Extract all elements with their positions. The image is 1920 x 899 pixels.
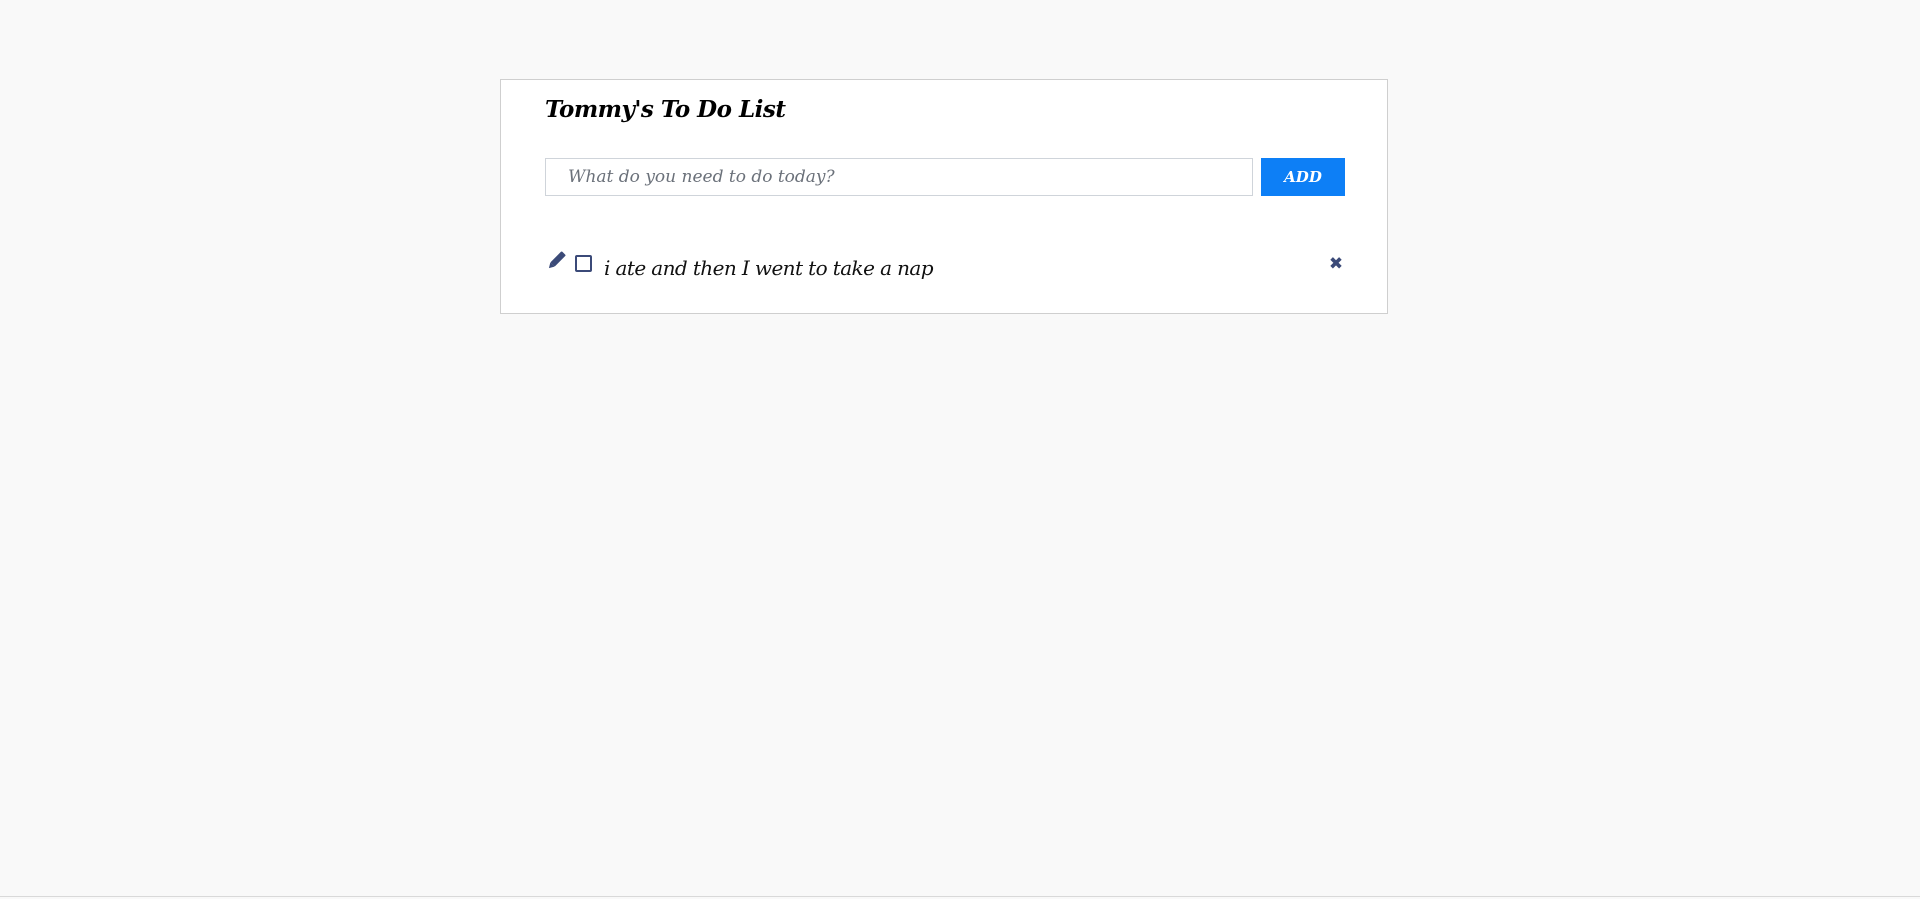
page: Tommy's To Do List ADD i ate and then I … [0,0,1920,899]
todo-item: i ate and then I went to take a nap ✖ [545,250,1345,290]
app-title: Tommy's To Do List [545,96,786,123]
todo-text: i ate and then I went to take a nap [604,256,934,280]
divider [0,896,1920,897]
add-button[interactable]: ADD [1261,158,1345,196]
new-todo-input[interactable] [545,158,1253,196]
close-icon[interactable]: ✖ [1327,255,1345,273]
todo-checkbox[interactable] [575,255,592,272]
todo-card: Tommy's To Do List ADD i ate and then I … [500,79,1388,314]
pencil-icon[interactable] [545,250,567,272]
